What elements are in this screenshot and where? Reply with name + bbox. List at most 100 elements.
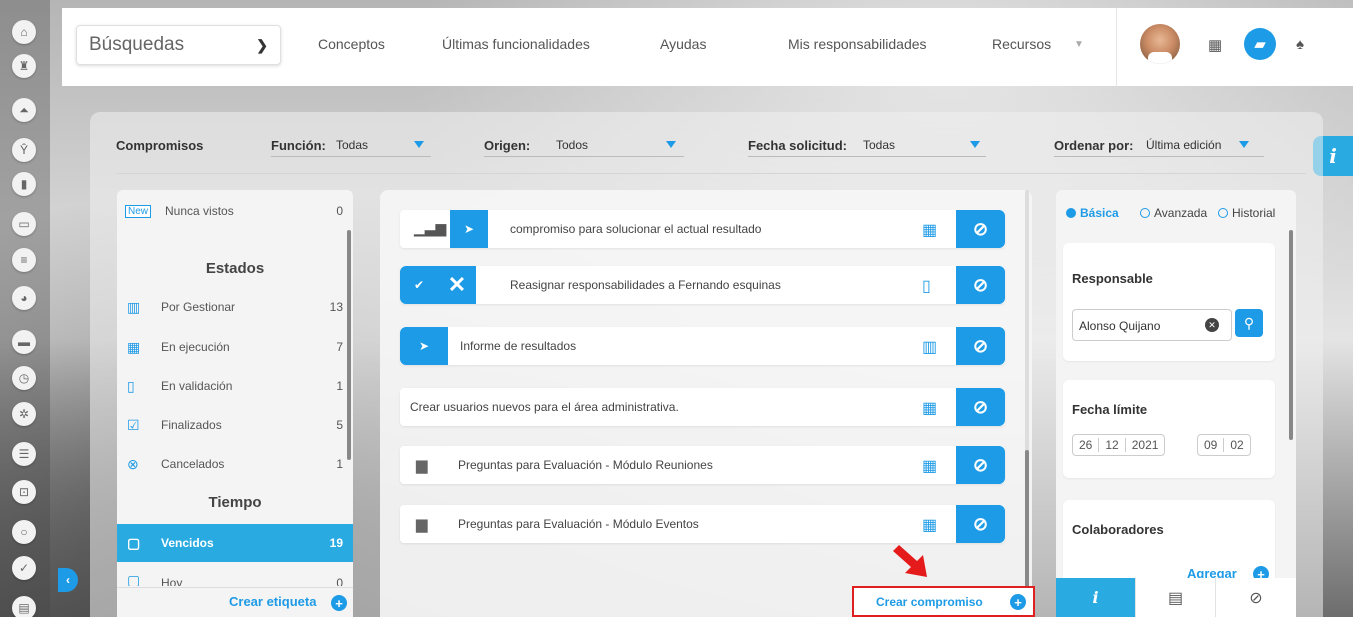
cancel-button[interactable]: ⊘ (956, 266, 1005, 304)
funcion-caret-icon[interactable] (414, 141, 424, 148)
item-title: Crear usuarios nuevos para el área admin… (410, 400, 679, 414)
cancel-button[interactable]: ⊘ (956, 327, 1005, 365)
plus-icon[interactable]: + (331, 595, 347, 611)
cancel-button[interactable]: ⊘ (956, 446, 1005, 484)
bar-chart-icon: ▁▃▆ (414, 220, 447, 236)
cancel-button[interactable]: ⊘ (956, 505, 1005, 543)
create-commitment-button[interactable]: Crear compromiso + (852, 586, 1035, 617)
radio-label: Historial (1232, 206, 1276, 220)
tower-icon[interactable]: ♜ (12, 54, 36, 78)
lock-icon[interactable]: ⊡ (12, 480, 36, 504)
clear-icon[interactable]: ✕ (1205, 318, 1219, 332)
funcion-value[interactable]: Todas (336, 138, 368, 152)
tab-attachments[interactable]: ⊘ (1216, 578, 1296, 617)
fecha-label: Fecha solicitud: (748, 138, 847, 153)
list-item[interactable]: ▁▃▆ ➤ compromiso para solucionar el actu… (400, 210, 1005, 248)
cancel-button[interactable]: ⊘ (956, 210, 1005, 248)
send-icon[interactable]: ➤ (400, 327, 448, 365)
nav-mis-responsabilidades[interactable]: Mis responsabilidades (788, 36, 927, 52)
create-tag-button[interactable]: Crear etiqueta (229, 594, 316, 609)
page-title: Compromisos (116, 138, 204, 153)
folder-active-icon[interactable]: ▰ (1244, 28, 1276, 60)
send-icon[interactable]: ➤ (450, 210, 488, 248)
sidebar-item-count: 0 (336, 576, 343, 586)
list-item[interactable]: ✔ ✕ Reasignar responsabilidades a Fernan… (400, 266, 1005, 304)
sidebar-item-cancelados[interactable]: ⊗ Cancelados 1 (117, 445, 353, 483)
list-item[interactable]: ▆ Preguntas para Evaluación - Módulo Eve… (400, 505, 1005, 543)
top-navigation: Búsquedas ❯ Conceptos Últimas funcionali… (62, 8, 1353, 86)
plant-icon[interactable]: Ŷ (12, 138, 36, 162)
search-select[interactable]: Búsquedas ❯ (76, 25, 281, 65)
sidebar-item-por-gestionar[interactable]: ▥ Por Gestionar 13 (117, 288, 353, 326)
calendar-grid-icon: ▦ (127, 338, 141, 355)
calendar-icon: ▦ (922, 400, 938, 417)
calendar-icon[interactable]: ▦ (1208, 36, 1222, 54)
item-title: Informe de resultados (460, 339, 577, 353)
nav-conceptos[interactable]: Conceptos (318, 36, 385, 52)
sidebar-item-finalizados[interactable]: ☑ Finalizados 5 (117, 406, 353, 444)
calendar-icon: ▦ (922, 222, 938, 239)
sidebar-item-en-validacion[interactable]: ▯ En validación 1 (117, 367, 353, 405)
list-item[interactable]: ▆ Preguntas para Evaluación - Módulo Reu… (400, 446, 1005, 484)
search-icon[interactable]: ⚲ (1235, 309, 1263, 337)
origen-caret-icon[interactable] (666, 141, 676, 148)
home-icon[interactable]: ⌂ (12, 20, 36, 44)
cancel-button[interactable]: ⊘ (956, 388, 1005, 426)
sidebar-scrollbar[interactable] (347, 230, 351, 460)
sidebar-item-hoy[interactable]: ▢ Hoy 0 (117, 566, 353, 586)
orden-label: Ordenar por: (1054, 138, 1134, 153)
radio-basica[interactable]: Básica (1066, 206, 1119, 220)
sidebar-item-vencidos[interactable]: ▢ Vencidos 19 (117, 524, 353, 562)
circle-icon[interactable]: ○ (12, 520, 36, 544)
fecha-title: Fecha límite (1072, 402, 1148, 417)
gear-icon[interactable]: ✲ (12, 402, 36, 426)
document-search-icon: ▯ (127, 377, 135, 394)
avatar[interactable] (1140, 24, 1180, 64)
date-field[interactable]: 26 12 2021 (1072, 434, 1166, 456)
sidebar-item-nunca-vistos[interactable]: New Nunca vistos 0 (117, 192, 353, 230)
responsable-field[interactable]: Alonso Quijano ✕ (1072, 309, 1232, 341)
list-item[interactable]: ➤ Informe de resultados ▥ ⊘ (400, 327, 1005, 365)
estados-heading: Estados (205, 260, 265, 277)
sidebar-item-label: Cancelados (161, 457, 225, 471)
nav-ayudas[interactable]: Ayudas (660, 36, 706, 52)
check-circle-icon[interactable]: ✔ (400, 266, 438, 304)
nav-ultimas-funcionalidades[interactable]: Últimas funcionalidades (442, 36, 590, 52)
right-scrollbar[interactable] (1289, 230, 1293, 440)
briefcase-icon[interactable]: ▤ (12, 596, 36, 617)
bell-icon[interactable]: ♠ (1296, 36, 1304, 53)
recursos-caret-icon[interactable]: ▼ (1074, 39, 1084, 50)
tab-comments[interactable]: ▤ (1136, 578, 1216, 617)
chevron-down-icon: ❯ (256, 36, 268, 53)
close-icon[interactable]: ✕ (438, 266, 476, 304)
date-month: 12 (1099, 438, 1126, 452)
new-badge: New (125, 204, 152, 218)
upload-icon[interactable]: ⏶ (12, 98, 36, 122)
presentation-icon[interactable]: ▭ (12, 212, 36, 236)
tab-info[interactable]: i (1056, 578, 1136, 617)
orden-value[interactable]: Última edición (1146, 138, 1221, 152)
fecha-value[interactable]: Todas (863, 138, 895, 152)
origen-value[interactable]: Todos (556, 138, 588, 152)
sidebar-item-en-ejecucion[interactable]: ▦ En ejecución 7 (117, 328, 353, 366)
sidebar-item-count: 1 (336, 379, 343, 393)
red-arrow-icon (893, 545, 927, 577)
radio-historial[interactable]: Historial (1218, 206, 1275, 220)
cancel-circle-icon: ⊗ (127, 455, 139, 472)
filter-lines-icon[interactable]: ≡ (12, 248, 36, 272)
fecha-caret-icon[interactable] (970, 141, 980, 148)
radio-avanzada[interactable]: Avanzada (1140, 206, 1207, 220)
sidebar-item-label: Finalizados (161, 418, 222, 432)
clock-icon[interactable]: ◷ (12, 366, 36, 390)
sidebar-item-count: 5 (336, 418, 343, 432)
list-scrollbar[interactable] (1025, 450, 1029, 600)
bar-chart-icon[interactable]: ▮ (12, 172, 36, 196)
check-icon[interactable]: ✓ (12, 556, 36, 580)
list-icon[interactable]: ☰ (12, 442, 36, 466)
time-field[interactable]: 09 02 (1197, 434, 1251, 456)
folder-icon[interactable]: ▬ (12, 330, 36, 354)
pie-chart-icon[interactable]: ◕ (12, 286, 36, 310)
list-item[interactable]: Crear usuarios nuevos para el área admin… (400, 388, 1005, 426)
orden-caret-icon[interactable] (1239, 141, 1249, 148)
nav-recursos[interactable]: Recursos (992, 36, 1051, 52)
